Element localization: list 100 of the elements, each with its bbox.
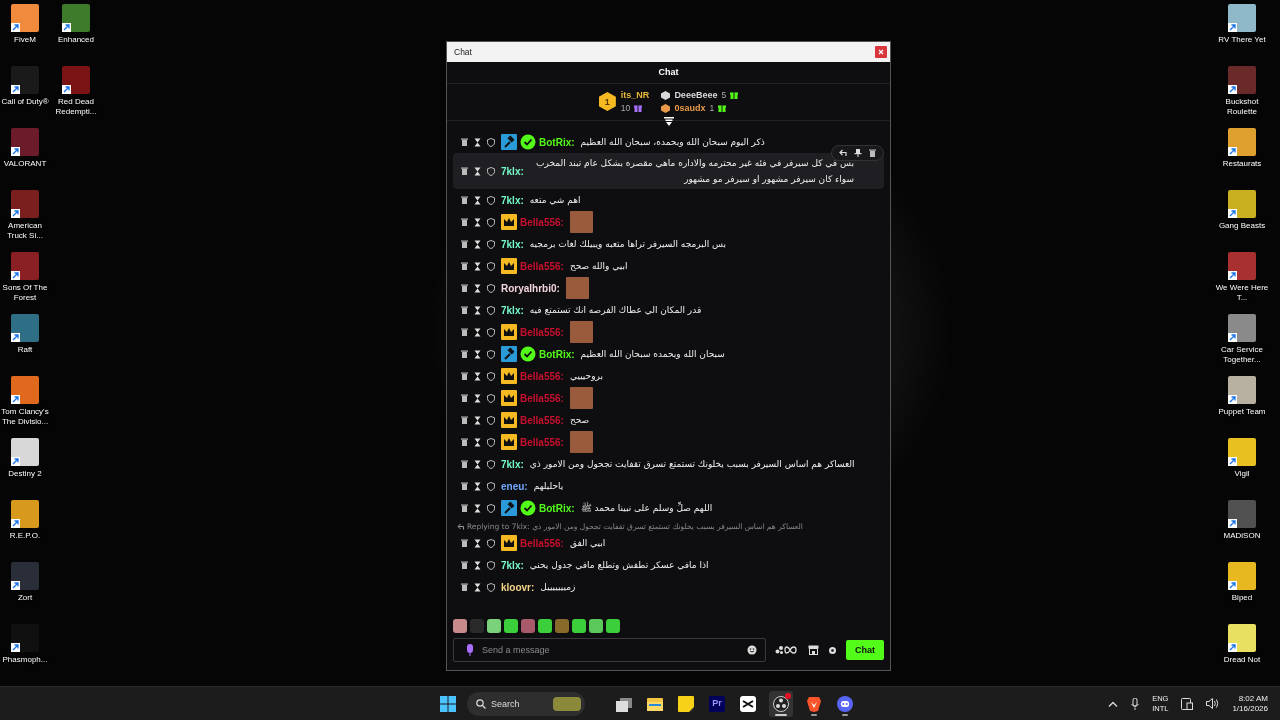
hourglass-icon[interactable] [474, 481, 481, 491]
shortcut-label[interactable]: American Truck Si... [0, 221, 50, 241]
microphone-icon[interactable] [1131, 697, 1140, 710]
shortcut-label[interactable]: We Were Here T... [1211, 283, 1273, 303]
trash-icon[interactable] [461, 372, 468, 380]
trash-icon[interactable] [461, 328, 468, 336]
shield-icon[interactable] [487, 503, 495, 513]
hourglass-icon[interactable] [474, 305, 481, 315]
username[interactable]: 7klx: [501, 304, 524, 316]
volume-icon[interactable] [1206, 698, 1220, 709]
shield-icon[interactable] [487, 327, 495, 337]
hourglass-icon[interactable] [474, 582, 481, 592]
shield-icon[interactable] [487, 195, 495, 205]
hourglass-icon[interactable] [474, 261, 481, 271]
device-icon[interactable] [1181, 697, 1194, 710]
shortcut-label[interactable]: Enhanced [58, 35, 94, 45]
reply-icon[interactable] [839, 149, 847, 157]
microphone-icon[interactable] [466, 644, 474, 656]
username[interactable]: BotRix: [539, 348, 575, 360]
trash-icon[interactable] [461, 167, 468, 175]
shield-icon[interactable] [487, 560, 495, 570]
hourglass-icon[interactable] [474, 503, 481, 513]
shortcut-label[interactable]: Vigil [1234, 469, 1250, 479]
username[interactable]: 7klx: [501, 194, 524, 206]
shield-icon[interactable] [487, 137, 495, 147]
trash-icon[interactable] [869, 149, 876, 157]
app-icon[interactable] [11, 252, 39, 280]
windows-start-icon[interactable] [440, 695, 456, 712]
hourglass-icon[interactable] [474, 217, 481, 227]
shortcut-label[interactable]: Zort [17, 593, 33, 603]
hourglass-icon[interactable] [474, 166, 481, 176]
app-icon[interactable] [11, 190, 39, 218]
username[interactable]: kloovr: [501, 581, 535, 593]
shield-icon[interactable] [487, 415, 495, 425]
shortcut-label[interactable]: Phasmoph... [2, 655, 48, 665]
shortcut-label[interactable]: Puppet Team [1218, 407, 1266, 417]
clock[interactable]: 8:02 AM 1/16/2026 [1232, 693, 1268, 714]
hourglass-icon[interactable] [474, 459, 481, 469]
shortcut-label[interactable]: MADiSON [1223, 531, 1261, 541]
shield-icon[interactable] [487, 481, 495, 491]
hourglass-icon[interactable] [474, 560, 481, 570]
shield-icon[interactable] [487, 437, 495, 447]
shield-icon[interactable] [487, 371, 495, 381]
close-icon[interactable] [875, 46, 887, 58]
shortcut-label[interactable]: Buckshot Roulette [1211, 97, 1273, 117]
shield-icon[interactable] [487, 217, 495, 227]
shortcut-label[interactable]: Raft [17, 345, 33, 355]
shortcut-label[interactable]: Car Service Together... [1211, 345, 1273, 365]
taskbar-app[interactable]: Pr [707, 690, 727, 717]
hourglass-icon[interactable] [474, 195, 481, 205]
app-icon[interactable] [1228, 500, 1256, 528]
store-icon[interactable] [808, 645, 819, 655]
app-icon[interactable] [1228, 252, 1256, 280]
shield-icon[interactable] [487, 582, 495, 592]
trash-icon[interactable] [461, 394, 468, 402]
hourglass-icon[interactable] [474, 437, 481, 447]
hourglass-icon[interactable] [474, 327, 481, 337]
shield-icon[interactable] [487, 239, 495, 249]
chat-send-button[interactable]: Chat [846, 640, 884, 660]
app-icon[interactable] [11, 128, 39, 156]
app-icon[interactable] [11, 562, 39, 590]
shortcut-label[interactable]: Destiny 2 [8, 469, 42, 479]
app-icon[interactable] [1228, 66, 1256, 94]
trash-icon[interactable] [461, 284, 468, 292]
shortcut-label[interactable]: Call of Duty® [1, 97, 49, 107]
hourglass-icon[interactable] [474, 283, 481, 293]
settings-icon[interactable] [828, 645, 837, 655]
shortcut-label[interactable]: Dread Not [1223, 655, 1261, 665]
shield-icon[interactable] [487, 459, 495, 469]
points-icon[interactable] [775, 645, 799, 655]
username[interactable]: Roryalhrbi0: [501, 282, 560, 294]
trash-icon[interactable] [461, 583, 468, 591]
trash-icon[interactable] [461, 262, 468, 270]
username[interactable]: BotRix: [539, 136, 575, 148]
message-field[interactable]: Send a message [453, 638, 766, 662]
username[interactable]: 7klx: [501, 238, 524, 250]
app-icon[interactable] [11, 66, 39, 94]
shortcut-label[interactable]: R.E.P.O. [9, 531, 41, 541]
shortcut-label[interactable]: Biped [1231, 593, 1253, 603]
shield-icon[interactable] [487, 305, 495, 315]
shortcut-label[interactable]: Tom Clancy's The Divisio... [0, 407, 50, 427]
username[interactable]: 7klx: [501, 165, 524, 177]
shield-icon[interactable] [487, 538, 495, 548]
shortcut-label[interactable]: Restaurats [1222, 159, 1262, 169]
taskbar-app[interactable] [769, 690, 793, 717]
pin-icon[interactable] [854, 149, 862, 157]
username[interactable]: 7klx: [501, 559, 524, 571]
shortcut-label[interactable]: VALORANT [3, 159, 47, 169]
trash-icon[interactable] [461, 350, 468, 358]
trash-icon[interactable] [461, 539, 468, 547]
leader-username[interactable]: 0saudx [674, 103, 706, 113]
username[interactable]: BotRix: [539, 502, 575, 514]
shortcut-label[interactable]: Red Dead Redempti... [50, 97, 102, 117]
chevron-up-icon[interactable] [1108, 700, 1119, 707]
trash-icon[interactable] [461, 460, 468, 468]
message-input[interactable]: Send a message [482, 645, 739, 655]
hourglass-icon[interactable] [474, 349, 481, 359]
smiley-icon[interactable] [747, 645, 757, 655]
shield-icon[interactable] [487, 349, 495, 359]
leader-username[interactable]: its_NR [620, 90, 650, 100]
